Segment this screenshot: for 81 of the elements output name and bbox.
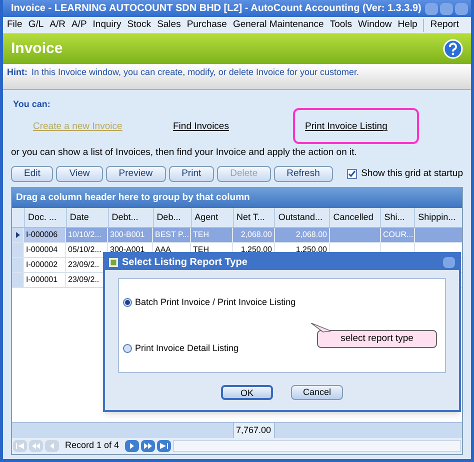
grid-cell: TEH — [190, 228, 232, 242]
menu-item[interactable]: General Maintenance — [232, 18, 324, 32]
horizontal-scrollbar[interactable] — [173, 440, 461, 452]
column-header[interactable]: Agent — [190, 208, 233, 227]
grid-cell: COUR... — [380, 228, 414, 242]
help-icon[interactable] — [443, 39, 463, 59]
toolbar-button[interactable]: View — [56, 166, 103, 182]
group-hint: Drag a column header here to group by that column — [16, 190, 250, 205]
column-header[interactable]: Debt... — [108, 208, 153, 227]
column-header[interactable]: Net T... — [232, 208, 274, 227]
close-button[interactable] — [443, 256, 455, 268]
column-header[interactable]: Deb... — [152, 208, 191, 227]
previous-record-button[interactable] — [45, 440, 59, 452]
column-header[interactable]: Shippin... — [414, 208, 462, 227]
instruction-text: or you can show a list of Invoices, then find your Invoice and apply the action on it. — [11, 146, 358, 160]
grid-cell: BEST P... — [152, 228, 190, 242]
hint-label: Hint: — [7, 66, 28, 79]
row-indicator-icon — [16, 232, 20, 238]
last-record-button[interactable] — [157, 440, 172, 452]
callout-text: select report type — [340, 332, 414, 346]
menu-item[interactable]: File — [7, 18, 22, 32]
minimize-button[interactable] — [425, 2, 438, 14]
dialog-button[interactable]: Cancel — [291, 385, 343, 400]
hint-text: In this Invoice window, you can create, modify, or delete Invoice for your customer. — [32, 66, 359, 79]
checkbox[interactable] — [347, 168, 358, 179]
toolbar-button[interactable]: Refresh — [274, 166, 333, 182]
toolbar-button[interactable]: Edit — [11, 166, 54, 182]
menu-item[interactable]: G/L — [28, 18, 44, 32]
previous-record-icon — [48, 443, 56, 449]
column-header[interactable]: Doc. ... — [24, 208, 66, 227]
menu-item[interactable]: Report — [430, 18, 459, 32]
radio-label: Print Invoice Detail Listing — [135, 342, 239, 355]
menu-item[interactable]: Purchase — [186, 18, 227, 32]
app-icon — [109, 258, 118, 266]
dialog-title: Select Listing Report Type — [122, 256, 248, 270]
menu-item[interactable]: A/P — [71, 18, 87, 32]
menu-item[interactable]: Tools — [330, 18, 352, 32]
menu-item[interactable]: Help — [398, 18, 418, 32]
column-header[interactable]: Outstand... — [274, 208, 330, 227]
menu-item[interactable]: Sales — [157, 18, 181, 32]
last-record-icon — [160, 443, 168, 449]
radio-button[interactable] — [123, 298, 132, 307]
close-button[interactable] — [455, 2, 468, 14]
grid-cell: 2,068.00 — [274, 228, 329, 242]
previous-page-icon — [32, 443, 40, 449]
column-header[interactable]: Cancelled — [329, 208, 380, 227]
toolbar-button[interactable]: Preview — [106, 166, 166, 182]
radio-button[interactable] — [123, 344, 132, 354]
you-can-label: You can: — [13, 98, 52, 111]
dialog-button[interactable]: OK — [221, 385, 273, 400]
grid-cell: I-000001 — [23, 272, 65, 287]
grid-cell: 2,068.00 — [232, 228, 274, 242]
maximize-button[interactable] — [440, 2, 454, 14]
menu-item[interactable]: Stock — [127, 18, 152, 32]
grid-row[interactable]: I-000006 10/10/2... 300-B001 BEST P... TEH 2,068.00 2,068.00 COUR... — [12, 228, 462, 243]
menu-item[interactable]: A/R — [50, 18, 66, 32]
total-value: 7,767.00 — [233, 423, 275, 438]
action-link[interactable]: Find Invoices — [173, 120, 229, 135]
first-record-button[interactable] — [13, 440, 27, 452]
grid-cell: 300-B001 — [107, 228, 152, 242]
next-record-button[interactable] — [125, 440, 140, 452]
radio-label: Batch Print Invoice / Print Invoice Listing — [135, 296, 296, 309]
toolbar-button[interactable]: Print — [168, 166, 214, 182]
page-title: Invoice — [11, 38, 63, 59]
grid-cell: 10/10/2... — [65, 228, 107, 242]
menu-item[interactable]: Window — [358, 18, 392, 32]
menu-item[interactable]: Inquiry — [92, 18, 122, 32]
window-title: Invoice - LEARNING AUTOCOUNT SDN BHD [L2] - AutoCount Accounting (Ver: 1.3.3.9) — [11, 2, 422, 16]
grid-cell: I-000002 — [23, 258, 65, 272]
row-header[interactable] — [12, 228, 23, 242]
grid-cell: I-000004 — [23, 242, 65, 257]
next-page-icon — [144, 443, 152, 449]
next-page-button[interactable] — [141, 440, 156, 452]
action-link[interactable]: Print Invoice Listing — [305, 120, 388, 135]
column-header[interactable]: Date — [66, 208, 108, 227]
first-record-icon — [16, 443, 24, 449]
record-counter: Record 1 of 4 — [64, 439, 120, 452]
checkbox-label: Show this grid at startup — [361, 166, 463, 181]
next-record-icon — [128, 443, 136, 449]
column-header[interactable]: Shi... — [380, 208, 414, 227]
previous-page-button[interactable] — [29, 440, 43, 452]
